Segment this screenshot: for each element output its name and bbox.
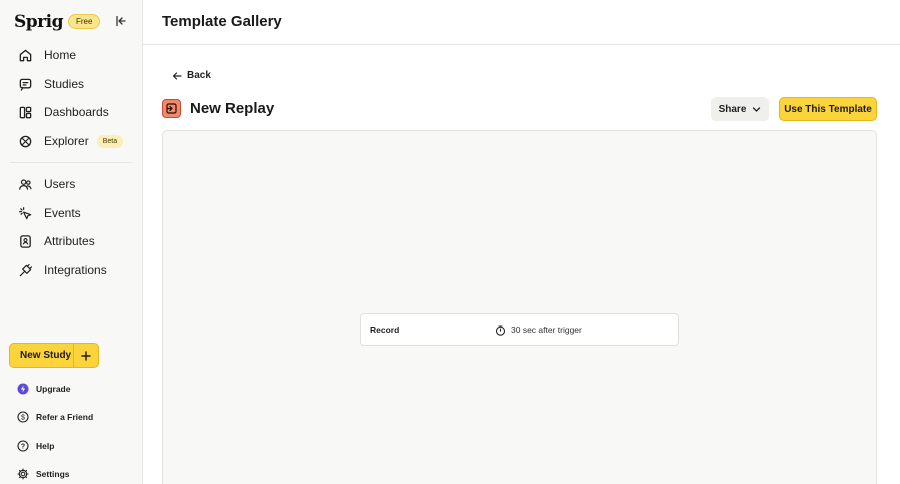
sidebar-item-upgrade[interactable]: Upgrade: [17, 381, 70, 397]
new-study-label: New Study: [20, 350, 72, 361]
upgrade-icon: [17, 383, 29, 395]
home-icon: [17, 47, 33, 63]
sidebar-item-label: Users: [44, 177, 76, 191]
sidebar-item-label: Help: [36, 441, 55, 451]
brand-name: Sprig: [14, 12, 63, 32]
share-label: Share: [718, 103, 747, 115]
sidebar-item-refer[interactable]: $ Refer a Friend: [17, 409, 93, 425]
sidebar-item-studies[interactable]: Studies: [10, 72, 134, 96]
events-icon: [17, 205, 33, 221]
stopwatch-icon: [495, 324, 506, 336]
sidebar-item-label: Studies: [44, 77, 85, 91]
sidebar-item-events[interactable]: Events: [10, 201, 134, 225]
sidebar-item-help[interactable]: ? Help: [17, 438, 54, 454]
plan-badge: Free: [68, 14, 101, 29]
record-timing: 30 sec after trigger: [495, 324, 582, 336]
sidebar-item-label: Events: [44, 206, 81, 220]
back-label: Back: [187, 70, 211, 81]
sidebar-item-label: Settings: [36, 469, 70, 479]
brand-logo[interactable]: Sprig: [14, 11, 63, 33]
use-template-label: Use This Template: [784, 103, 872, 115]
sidebar-item-label: Home: [44, 48, 77, 62]
template-preview-canvas: [162, 130, 877, 484]
collapse-sidebar-icon[interactable]: [114, 14, 128, 28]
record-timing-text: 30 sec after trigger: [511, 325, 582, 335]
sidebar-item-label: Refer a Friend: [36, 412, 94, 422]
sidebar-item-dashboards[interactable]: Dashboards: [10, 100, 134, 124]
sidebar-item-settings[interactable]: Settings: [17, 466, 70, 482]
sidebar-item-label: Attributes: [44, 234, 95, 248]
sidebar-item-integrations[interactable]: Integrations: [10, 258, 134, 282]
sidebar-divider: [10, 162, 132, 163]
beta-badge: Beta: [96, 134, 124, 148]
sidebar-item-label: Integrations: [44, 263, 107, 277]
chevron-down-icon: [753, 106, 761, 112]
svg-text:?: ?: [21, 444, 25, 451]
integrations-icon: [17, 262, 33, 278]
plus-icon[interactable]: [74, 343, 98, 368]
template-title: New Replay: [190, 100, 275, 117]
sidebar-item-label: Dashboards: [44, 105, 109, 119]
record-step-card[interactable]: Record 30 sec after trigger: [360, 313, 679, 346]
replay-icon: [162, 99, 181, 118]
sidebar-item-attributes[interactable]: Attributes: [10, 229, 134, 253]
sidebar-item-explorer[interactable]: Explorer Beta: [10, 129, 134, 153]
sidebar-item-home[interactable]: Home: [10, 43, 134, 67]
refer-icon: $: [17, 411, 29, 423]
page-title: Template Gallery: [162, 13, 282, 30]
sidebar-item-users[interactable]: Users: [10, 172, 134, 196]
share-button[interactable]: Share: [711, 97, 769, 121]
sidebar-item-label: Explorer: [44, 134, 89, 148]
page-header: Template Gallery: [143, 0, 900, 45]
settings-icon: [17, 468, 29, 480]
sidebar-item-label: Upgrade: [36, 384, 71, 394]
new-study-button[interactable]: New Study: [9, 343, 99, 368]
arrow-left-icon: [172, 71, 182, 80]
use-template-button[interactable]: Use This Template: [779, 97, 877, 121]
users-icon: [17, 176, 33, 192]
back-button[interactable]: Back: [172, 68, 211, 83]
dashboards-icon: [17, 104, 33, 120]
explorer-icon: [17, 133, 33, 149]
studies-icon: [17, 76, 33, 92]
sidebar: Sprig Free Home Studies Dashboards Explo…: [0, 0, 143, 484]
help-icon: ?: [17, 440, 29, 452]
record-label: Record: [370, 325, 400, 335]
attributes-icon: [17, 233, 33, 249]
svg-text:$: $: [21, 415, 25, 422]
